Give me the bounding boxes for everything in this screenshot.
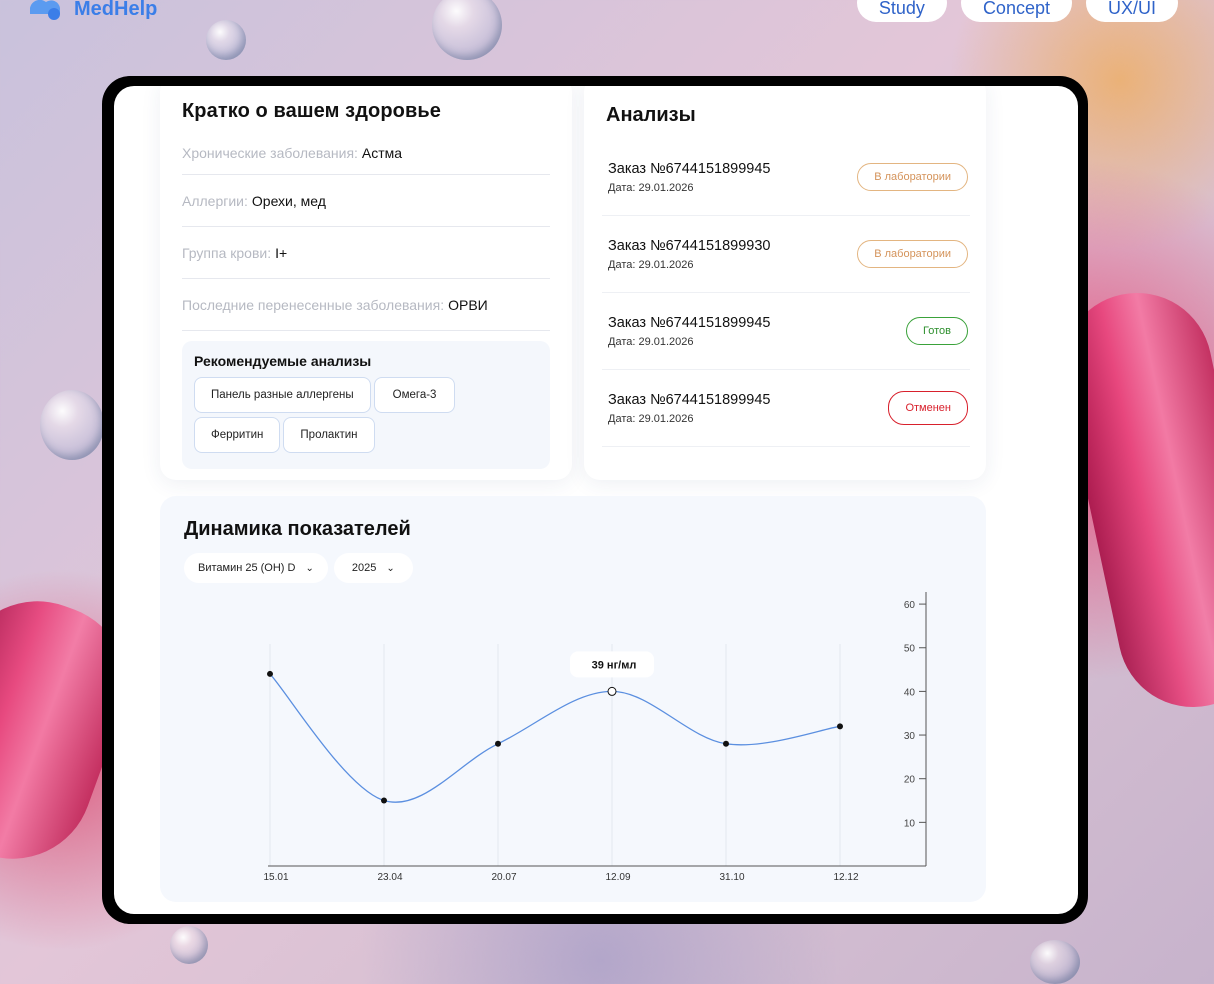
- analysis-date: Дата: 29.01.2026: [608, 181, 694, 194]
- recommended-tests: Рекомендуемые анализы Панель разные алле…: [182, 341, 550, 469]
- x-tick-label: 23.04: [377, 872, 402, 883]
- status-badge-in-lab: В лаборатории: [857, 240, 968, 268]
- brand[interactable]: MedHelp: [26, 0, 157, 24]
- recommended-chip[interactable]: Панель разные аллергены: [194, 377, 371, 413]
- y-tick-label: 20: [904, 775, 916, 786]
- analysis-name: Заказ №6744151899930: [608, 237, 771, 254]
- recommended-chips: Панель разные аллергены Омега-3 Ферритин…: [194, 377, 494, 453]
- dynamics-card: Динамика показателей Витамин 25 (ОН) D ⌄…: [160, 496, 986, 902]
- data-point: [837, 723, 843, 730]
- app-screen: Кратко о вашем здоровье Хронические забо…: [114, 86, 1078, 914]
- y-tick-label: 60: [904, 600, 916, 611]
- health-title: Кратко о вашем здоровье: [182, 100, 441, 122]
- x-tick-label: 20.07: [491, 872, 516, 883]
- health-row-blood-type: Группа крови: I+: [182, 227, 550, 279]
- x-tick-label: 31.10: [719, 872, 744, 883]
- dynamics-chart: 10 20 30 40 50 60 15.01 23.04 20.07 12.09 31.10 12.…: [263, 592, 927, 883]
- status-badge-in-lab: В лаборатории: [857, 163, 968, 191]
- analysis-date: Дата: 29.01.2026: [608, 335, 694, 348]
- bubble-decoration: [1030, 940, 1080, 984]
- brand-name: MedHelp: [74, 0, 158, 20]
- y-tick-label: 40: [904, 687, 916, 698]
- health-row-chronic: Хронические заболевания: Астма: [182, 131, 550, 175]
- recommended-chip[interactable]: Пролактин: [283, 417, 375, 453]
- data-point: [723, 740, 729, 747]
- x-tick-label: 15.01: [263, 872, 288, 883]
- tooltip-label: 39 нг/мл: [592, 659, 637, 671]
- health-row-label: Аллергии:: [182, 192, 248, 209]
- data-point-highlight: [607, 686, 617, 696]
- analysis-date: Дата: 29.01.2026: [608, 412, 694, 425]
- status-badge-cancelled: Отменен: [888, 391, 968, 425]
- analysis-name: Заказ №6744151899945: [608, 160, 771, 177]
- analysis-name: Заказ №6744151899945: [608, 391, 771, 408]
- analysis-date: Дата: 29.01.2026: [608, 258, 694, 271]
- nav-study[interactable]: Study: [856, 0, 947, 22]
- bubble-decoration: [40, 390, 104, 460]
- analyses-title: Анализы: [606, 104, 696, 126]
- medhelp-logo-icon: [26, 0, 66, 24]
- nav-uxui[interactable]: UX/UI: [1085, 0, 1178, 22]
- x-tick-label: 12.12: [833, 872, 858, 883]
- x-tick-label: 12.09: [605, 872, 630, 883]
- recommended-chip[interactable]: Ферритин: [194, 417, 281, 453]
- bubble-decoration: [432, 0, 502, 60]
- status-badge-ready: Готов: [906, 317, 968, 345]
- y-tick-label: 50: [904, 644, 916, 655]
- health-row-label: Группа крови:: [182, 244, 272, 261]
- bubble-decoration: [206, 20, 246, 60]
- analyses-card: Анализы Заказ №6744151899945 Дата: 29.01…: [584, 86, 986, 480]
- health-row-value: ОРВИ: [448, 296, 488, 313]
- data-point: [495, 740, 501, 747]
- analysis-item[interactable]: Заказ №6744151899945 Дата: 29.01.2026 Го…: [602, 293, 970, 370]
- health-summary-card: Кратко о вашем здоровье Хронические забо…: [160, 86, 572, 480]
- series-line: [269, 673, 841, 803]
- data-point: [381, 797, 387, 804]
- y-tick-label: 30: [904, 731, 916, 742]
- nav-concept[interactable]: Concept: [960, 0, 1072, 22]
- analysis-item[interactable]: Заказ №6744151899930 Дата: 29.01.2026 В …: [602, 216, 970, 293]
- health-row-label: Хронические заболевания:: [182, 144, 358, 161]
- recommended-title: Рекомендуемые анализы: [194, 353, 372, 369]
- analysis-item[interactable]: Заказ №6744151899945 Дата: 29.01.2026 В …: [602, 139, 970, 216]
- health-row-allergies: Аллергии: Орехи, мед: [182, 175, 550, 227]
- analysis-name: Заказ №6744151899945: [608, 314, 771, 331]
- health-row-value: Орехи, мед: [251, 192, 326, 209]
- y-tick-label: 10: [904, 818, 916, 829]
- top-nav: Study Concept UX/UI: [856, 0, 1178, 22]
- analysis-item[interactable]: Заказ №6744151899945 Дата: 29.01.2026 От…: [602, 370, 970, 447]
- recommended-chip[interactable]: Омега-3: [373, 377, 456, 413]
- health-row-recent-illness: Последние перенесенные заболевания: ОРВИ: [182, 279, 550, 331]
- bubble-decoration: [170, 926, 208, 964]
- device-frame: Кратко о вашем здоровье Хронические забо…: [102, 76, 1088, 924]
- health-row-value: Астма: [361, 144, 403, 161]
- health-row-value: I+: [275, 244, 288, 261]
- health-row-label: Последние перенесенные заболевания:: [182, 296, 445, 313]
- data-point: [267, 670, 273, 677]
